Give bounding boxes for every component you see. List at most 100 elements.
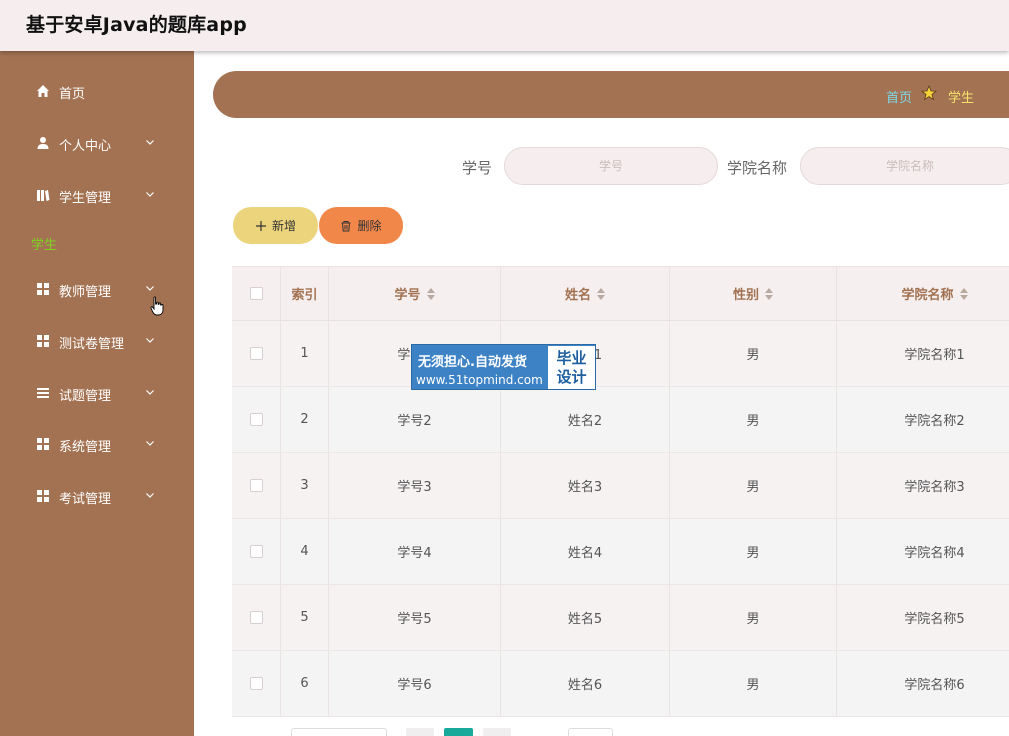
cell-index: 1 xyxy=(281,321,329,386)
page-size-select[interactable] xyxy=(291,728,387,736)
cell-gender: 男 xyxy=(670,453,837,518)
table-row[interactable]: 3 学号3 姓名3 男 学院名称3 xyxy=(232,453,1009,519)
cell-name: 姓名4 xyxy=(501,519,670,584)
cell-index: 4 xyxy=(281,519,329,584)
cell-gender: 男 xyxy=(670,519,837,584)
next-page-button[interactable] xyxy=(483,728,511,736)
cell-index: 3 xyxy=(281,453,329,518)
header-index: 索引 xyxy=(281,267,329,320)
grid-icon xyxy=(37,335,49,347)
sidebar-item-label: 测试卷管理 xyxy=(59,337,125,352)
header-name[interactable]: 姓名 xyxy=(501,267,670,320)
cell-student-id: 学号3 xyxy=(329,453,501,518)
row-select-cell xyxy=(232,585,281,650)
cell-index: 6 xyxy=(281,651,329,716)
header-college[interactable]: 学院名称 xyxy=(837,267,1009,320)
sidebar-item-exam-management[interactable]: 考试管理 xyxy=(0,476,194,516)
row-checkbox[interactable] xyxy=(249,611,263,624)
sidebar-item-student-management[interactable]: 学生管理 xyxy=(0,175,194,215)
breadcrumb: 首页 学生 xyxy=(213,71,1009,118)
grid-icon xyxy=(37,438,49,450)
star-icon xyxy=(921,85,937,101)
watermark-badge-line2: 设计 xyxy=(556,368,587,386)
hand-cursor-icon xyxy=(150,296,164,316)
cell-name: 姓名5 xyxy=(501,585,670,650)
home-icon xyxy=(37,85,49,97)
header-gender[interactable]: 性别 xyxy=(670,267,837,320)
header-college-label: 学院名称 xyxy=(901,288,954,303)
sort-icon[interactable] xyxy=(765,287,773,300)
sidebar-item-home[interactable]: 首页 xyxy=(0,71,194,111)
sidebar-item-teacher-management[interactable]: 教师管理 xyxy=(0,269,194,309)
row-select-cell xyxy=(232,519,281,584)
sidebar-subitem-student[interactable]: 学生 xyxy=(31,234,57,253)
student-table: 索引 学号 姓名 性别 学院名称 1 学号1 姓名1 男 学院名称1 2 学号2… xyxy=(232,266,1009,717)
select-all-checkbox[interactable] xyxy=(249,287,263,300)
cell-gender: 男 xyxy=(670,651,837,716)
add-button[interactable]: 新增 xyxy=(233,207,318,244)
chevron-down-icon xyxy=(146,338,154,343)
cell-college: 学院名称4 xyxy=(904,546,965,561)
book-icon xyxy=(37,190,50,201)
sidebar-item-question-management[interactable]: 试题管理 xyxy=(0,373,194,413)
cell-gender: 男 xyxy=(670,387,837,452)
breadcrumb-home-link[interactable]: 首页 xyxy=(886,87,912,106)
table-header: 索引 学号 姓名 性别 学院名称 xyxy=(232,267,1009,321)
sort-icon[interactable] xyxy=(959,287,968,300)
row-select-cell xyxy=(232,651,281,716)
watermark-banner: 无须担心.自动发货 www.51topmind.com 毕业 设计 xyxy=(411,344,596,390)
table-row[interactable]: 2 学号2 姓名2 男 学院名称2 xyxy=(232,387,1009,453)
cell-college: 学院名称1 xyxy=(904,348,965,363)
chevron-down-icon xyxy=(146,441,154,446)
delete-button[interactable]: 删除 xyxy=(319,207,403,244)
cell-index: 2 xyxy=(281,387,329,452)
current-page-button[interactable] xyxy=(444,728,473,736)
breadcrumb-current: 学生 xyxy=(948,91,975,106)
watermark-line1: 无须担心.自动发货 xyxy=(418,355,527,370)
cell-gender: 男 xyxy=(670,585,837,650)
sort-icon[interactable] xyxy=(426,287,435,300)
table-row[interactable]: 6 学号6 姓名6 男 学院名称6 xyxy=(232,651,1009,717)
jump-page-input[interactable] xyxy=(568,728,613,736)
plus-icon xyxy=(255,220,266,231)
sidebar-item-system-management[interactable]: 系统管理 xyxy=(0,424,194,464)
row-checkbox[interactable] xyxy=(249,479,263,492)
trash-icon xyxy=(341,220,351,231)
row-checkbox[interactable] xyxy=(249,413,263,426)
row-checkbox[interactable] xyxy=(249,545,263,558)
sidebar-item-label: 教师管理 xyxy=(59,285,112,300)
chevron-down-icon xyxy=(146,286,154,291)
cell-name: 姓名6 xyxy=(501,651,670,716)
delete-button-label: 删除 xyxy=(357,219,382,233)
add-button-label: 新增 xyxy=(271,219,296,233)
cell-college: 学院名称5 xyxy=(904,612,965,627)
chevron-down-icon xyxy=(146,390,154,395)
header-select-cell xyxy=(232,267,281,320)
cell-student-id: 学号5 xyxy=(329,585,501,650)
header-name-label: 姓名 xyxy=(564,288,591,303)
table-row[interactable]: 5 学号5 姓名5 男 学院名称5 xyxy=(232,585,1009,651)
top-header: 基于安卓Java的题库app xyxy=(0,0,1009,51)
header-student-id[interactable]: 学号 xyxy=(329,267,501,320)
cell-student-id: 学号4 xyxy=(329,519,501,584)
sidebar-item-personal-center[interactable]: 个人中心 xyxy=(0,123,194,163)
sidebar-item-test-paper-management[interactable]: 测试卷管理 xyxy=(0,321,194,361)
row-select-cell xyxy=(232,387,281,452)
list-icon xyxy=(37,388,49,398)
prev-page-button[interactable] xyxy=(406,728,434,736)
cell-name: 姓名2 xyxy=(501,387,670,452)
table-row[interactable]: 4 学号4 姓名4 男 学院名称4 xyxy=(232,519,1009,585)
sidebar: 首页 个人中心 学生管理 学生 教师管理 测试卷管理 试题管理 系统管理 考试管… xyxy=(0,51,194,736)
sidebar-item-label: 系统管理 xyxy=(59,440,112,455)
search-student-id-input[interactable] xyxy=(504,147,718,185)
row-checkbox[interactable] xyxy=(249,677,263,690)
cell-college: 学院名称6 xyxy=(904,678,965,693)
search-student-id-label: 学号 xyxy=(462,159,493,177)
row-checkbox[interactable] xyxy=(249,347,263,360)
search-college-input[interactable] xyxy=(800,147,1009,185)
sort-icon[interactable] xyxy=(597,287,605,300)
sidebar-item-label: 个人中心 xyxy=(59,139,112,154)
table-row[interactable]: 1 学号1 姓名1 男 学院名称1 xyxy=(232,321,1009,387)
cell-student-id: 学号2 xyxy=(329,387,501,452)
cell-college: 学院名称3 xyxy=(904,480,965,495)
